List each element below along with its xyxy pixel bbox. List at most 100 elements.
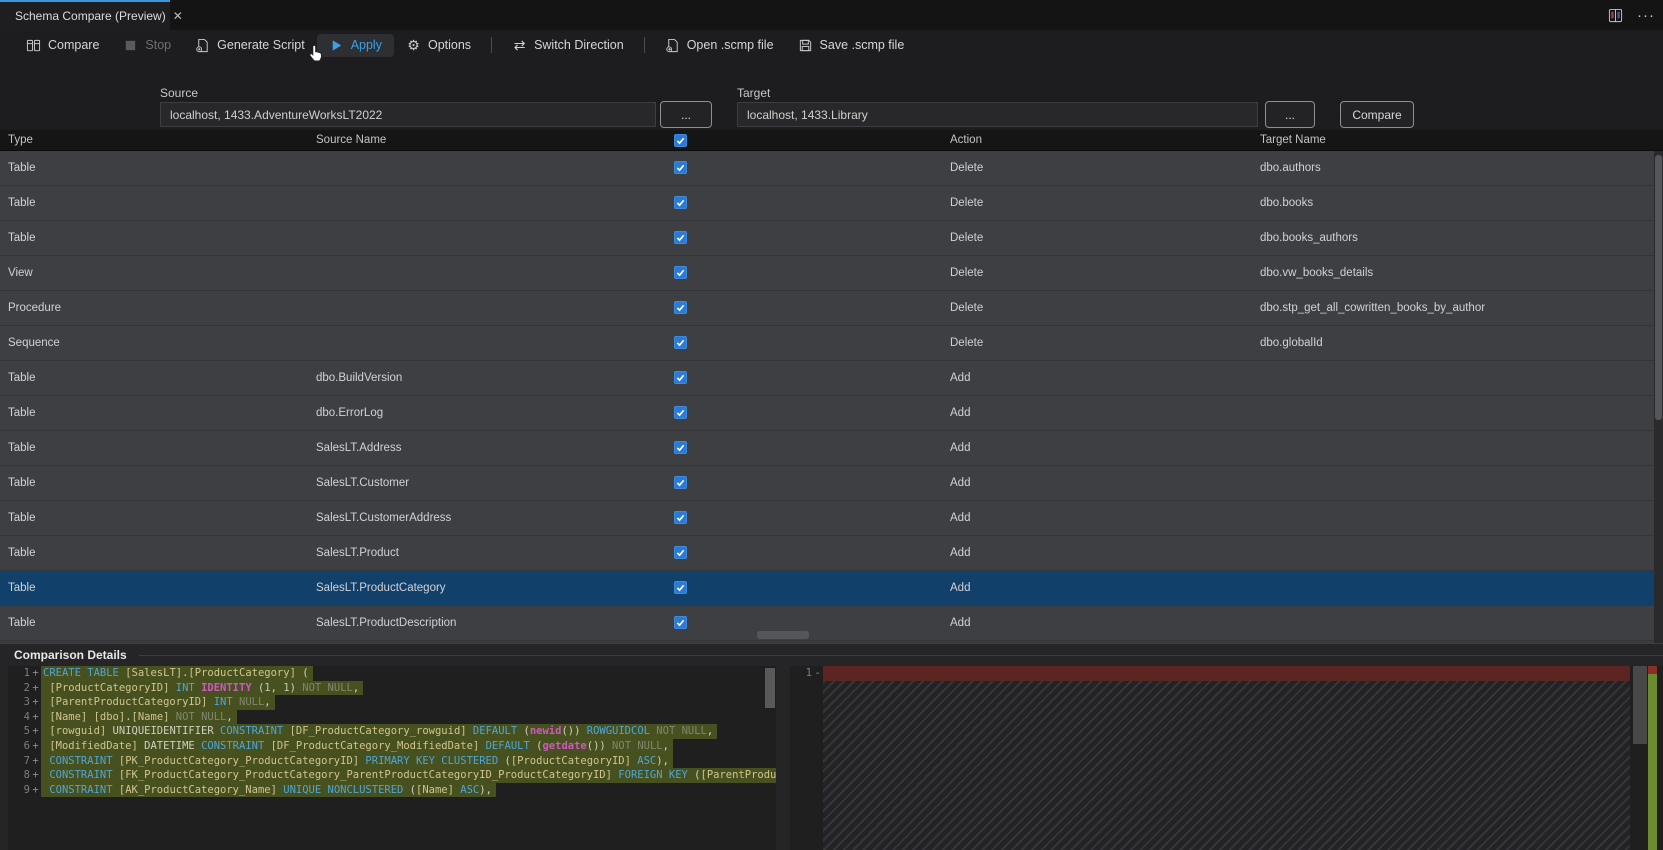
table-row[interactable]: Table SalesLT.ProductCategory Add <box>0 571 1663 606</box>
details-title-rule <box>138 654 1663 656</box>
column-header-action[interactable]: Action <box>950 130 982 151</box>
row-action: Add <box>950 547 971 559</box>
tab-schema-compare[interactable]: Schema Compare (Preview) ✕ <box>0 0 183 30</box>
row-include-checkbox[interactable] <box>674 301 687 314</box>
apply-button[interactable]: Apply <box>316 33 394 57</box>
row-include-checkbox[interactable] <box>674 161 687 174</box>
table-row[interactable]: Sequence Delete dbo.globalId <box>0 326 1663 361</box>
table-row[interactable]: Table Delete dbo.authors <box>0 151 1663 186</box>
grid-vertical-scrollbar-thumb[interactable] <box>1655 155 1662 420</box>
diff-code-line: 2 + [ProductCategoryID] INT IDENTITY (1, … <box>8 680 776 696</box>
diff-code-line: 7 + CONSTRAINT [PK_ProductCategory_Produc… <box>8 753 776 769</box>
diff-target-pane[interactable]: 1- <box>790 666 1663 850</box>
diff-source-pane[interactable]: 1 + CREATE TABLE [SalesLT].[ProductCategor… <box>8 666 776 850</box>
split-editor-icon[interactable] <box>1608 8 1623 23</box>
diff-code-line: 6 + [ModifiedDate] DATETIME CONSTRAINT [D… <box>8 738 776 754</box>
row-action: Delete <box>950 337 984 349</box>
stop-button[interactable]: Stop <box>111 34 183 57</box>
table-row[interactable]: Table SalesLT.Product Add <box>0 536 1663 571</box>
table-row[interactable]: Table Delete dbo.books <box>0 186 1663 221</box>
generate-script-button[interactable]: Generate Script <box>183 34 317 57</box>
row-action: Add <box>950 477 971 489</box>
toolbar-divider <box>643 37 645 53</box>
open-scmp-button[interactable]: Open .scmp file <box>653 34 786 57</box>
grid-vertical-scrollbar[interactable] <box>1654 151 1663 643</box>
row-type: Table <box>8 512 36 524</box>
diff-code-line: 4 + [Name] [dbo].[Name] NOT NULL, <box>8 709 776 725</box>
row-target-name: dbo.authors <box>1260 162 1321 174</box>
row-source-name: dbo.BuildVersion <box>316 372 403 384</box>
table-row[interactable]: Table SalesLT.Address Add <box>0 431 1663 466</box>
row-include-checkbox[interactable] <box>674 546 687 559</box>
compare-button[interactable]: Compare <box>14 34 111 57</box>
row-type: Table <box>8 582 36 594</box>
source-input[interactable] <box>160 102 656 127</box>
diff-empty-hatch-region <box>823 680 1630 850</box>
table-row[interactable]: Procedure Delete dbo.stp_get_all_cowritt… <box>0 291 1663 326</box>
row-source-name: SalesLT.CustomerAddress <box>316 512 452 524</box>
diff-editor: 1 + CREATE TABLE [SalesLT].[ProductCategor… <box>0 666 1663 850</box>
diff-code-line: 1 + CREATE TABLE [SalesLT].[ProductCategor… <box>8 666 776 681</box>
row-include-checkbox[interactable] <box>674 371 687 384</box>
row-type: Table <box>8 477 36 489</box>
row-include-checkbox[interactable] <box>674 231 687 244</box>
row-action: Delete <box>950 302 984 314</box>
diff-right-scrollbar-thumb[interactable] <box>1633 666 1647 744</box>
save-scmp-button[interactable]: Save .scmp file <box>786 34 917 57</box>
table-row[interactable]: Table dbo.ErrorLog Add <box>0 396 1663 431</box>
options-button[interactable]: ⚙ Options <box>394 34 483 57</box>
diff-overview-ruler-removed-marker <box>1648 666 1657 674</box>
target-input[interactable] <box>737 102 1258 127</box>
schema-compare-toolbar: Compare Stop Generate Script Apply ⚙ Opt… <box>0 30 1663 60</box>
source-browse-button[interactable]: ... <box>660 101 712 128</box>
row-include-checkbox[interactable] <box>674 581 687 594</box>
table-row[interactable]: Table SalesLT.CustomerAddress Add <box>0 501 1663 536</box>
column-header-source[interactable]: Source Name <box>316 130 386 151</box>
compare-action-button[interactable]: Compare <box>1340 101 1414 128</box>
row-action: Delete <box>950 232 984 244</box>
column-header-type[interactable]: Type <box>8 130 33 151</box>
toolbar-divider <box>491 37 493 53</box>
more-actions-icon[interactable]: ··· <box>1637 7 1655 24</box>
row-include-checkbox[interactable] <box>674 511 687 524</box>
row-action: Delete <box>950 267 984 279</box>
diff-left-scrollbar-thumb[interactable] <box>765 668 775 708</box>
generate-script-icon <box>196 38 208 52</box>
row-include-checkbox[interactable] <box>674 266 687 279</box>
row-action: Add <box>950 512 971 524</box>
gear-icon: ⚙ <box>407 36 420 53</box>
row-target-name: dbo.globalId <box>1260 337 1323 349</box>
row-include-checkbox[interactable] <box>674 616 687 629</box>
row-include-checkbox[interactable] <box>674 406 687 419</box>
row-action: Add <box>950 617 971 629</box>
row-include-checkbox[interactable] <box>674 196 687 209</box>
table-row[interactable]: Table dbo.BuildVersion Add <box>0 361 1663 396</box>
diff-removed-line <box>823 666 1630 681</box>
switch-direction-button[interactable]: ⇄ Switch Direction <box>500 34 636 57</box>
row-action: Delete <box>950 162 984 174</box>
schema-compare-window: Schema Compare (Preview) ✕ ··· Compare S… <box>0 0 1663 850</box>
results-grid-header: Type Source Name Action Target Name <box>0 130 1663 151</box>
row-target-name: dbo.stp_get_all_cowritten_books_by_autho… <box>1260 302 1486 314</box>
diff-overview-ruler <box>1648 666 1657 850</box>
tab-close-icon[interactable]: ✕ <box>173 9 183 23</box>
row-type: Table <box>8 372 36 384</box>
row-include-checkbox[interactable] <box>674 441 687 454</box>
row-source-name: SalesLT.Customer <box>316 477 410 489</box>
table-row[interactable]: Table SalesLT.ProductDescription Add <box>0 606 1663 641</box>
table-row[interactable]: View Delete dbo.vw_books_details <box>0 256 1663 291</box>
row-type: Table <box>8 197 36 209</box>
table-row[interactable]: Table SalesLT.Customer Add <box>0 466 1663 501</box>
select-all-checkbox[interactable] <box>674 134 687 147</box>
row-include-checkbox[interactable] <box>674 476 687 489</box>
save-icon <box>799 39 811 51</box>
target-browse-button[interactable]: ... <box>1265 101 1315 128</box>
table-row[interactable]: Table Delete dbo.books_authors <box>0 221 1663 256</box>
row-type: Table <box>8 617 36 629</box>
diff-code-line: 1- <box>805 667 821 679</box>
row-type: Table <box>8 407 36 419</box>
column-header-target[interactable]: Target Name <box>1260 130 1326 151</box>
diff-code-line: 3 + [ParentProductCategoryID] INT NULL, <box>8 695 776 710</box>
grid-horizontal-scrollbar-thumb[interactable] <box>757 631 809 639</box>
row-include-checkbox[interactable] <box>674 336 687 349</box>
